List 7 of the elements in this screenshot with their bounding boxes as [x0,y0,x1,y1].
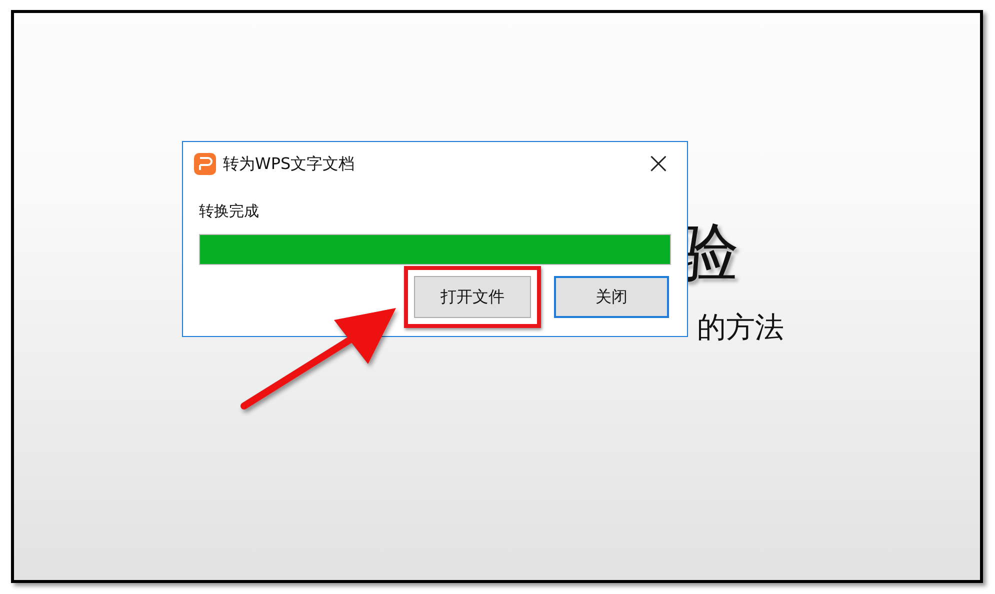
slide-subtitle: 的方法 [697,309,784,346]
dialog-title: 转为WPS文字文档 [223,154,356,174]
app-logo-icon [194,153,216,175]
status-text: 转换完成 [199,201,260,222]
close-button[interactable]: × [640,151,677,177]
dialog-button[interactable]: 打开文件 [414,276,531,318]
dialog-button[interactable]: 关闭 [554,276,669,318]
